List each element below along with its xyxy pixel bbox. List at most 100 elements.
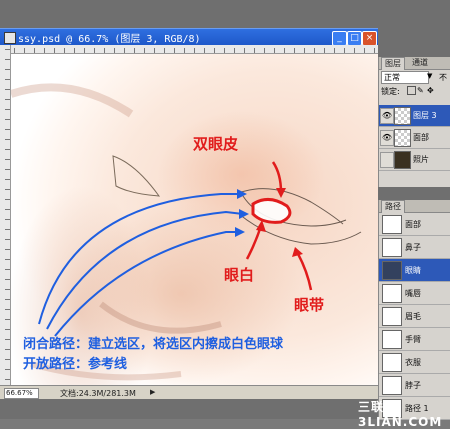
path-item[interactable]: 鼻子 [379, 236, 450, 259]
eye-icon[interactable]: 👁 [380, 130, 394, 146]
eye-bag-arrowhead [292, 247, 303, 257]
label-open-path: 开放路径：参考线 [23, 356, 127, 372]
document-icon [4, 32, 16, 44]
path-thumbnail [382, 284, 402, 303]
path-item[interactable]: 眉毛 [379, 305, 450, 328]
label-eye-bag: 眼带 [294, 296, 324, 314]
ruler-tick [264, 48, 265, 53]
ruler-tick [224, 48, 225, 53]
ruler-tick [34, 48, 35, 53]
label-double-eyelid: 双眼皮 [193, 135, 238, 153]
path-thumbnail [382, 307, 402, 326]
ruler-tick [344, 48, 345, 53]
double-eyelid-arrowhead [276, 188, 286, 198]
label-closed-path: 闭合路径：建立选区，将选区内擦成白色眼球 [23, 336, 284, 352]
status-bar: 66.67% 文档:24.3M/281.3M ▶ [0, 385, 378, 400]
close-button[interactable]: × [362, 31, 377, 46]
ruler-tick [5, 319, 10, 320]
ruler-tick [5, 329, 10, 330]
blend-mode-select[interactable]: 正常 [381, 71, 429, 84]
path-name: 眼睛 [405, 266, 421, 275]
ruler-tick [154, 48, 155, 53]
lock-transparent-icon[interactable] [407, 86, 416, 95]
canvas-drawing: 双眼皮 眼白 眼带 闭合路径：建立选区，将选区内擦成白色眼球 开放路径：参考线 [11, 83, 362, 381]
ruler-tick [214, 48, 215, 53]
ruler-tick [174, 48, 175, 53]
layer-row[interactable]: 👁 图层 3 [379, 105, 450, 127]
ruler-tick [5, 59, 10, 60]
ruler-tick [194, 48, 195, 53]
layer-row[interactable]: 👁 面部 [379, 127, 450, 149]
path-name: 面部 [405, 220, 421, 229]
eye-icon[interactable]: 👁 [380, 108, 394, 124]
ruler-tick [354, 48, 355, 53]
layer-row[interactable]: 照片 [379, 149, 450, 171]
document-size: 文档:24.3M/281.3M [60, 389, 136, 398]
layers-panel-tabs: 图层 通道 [379, 57, 450, 70]
path-name: 眉毛 [405, 312, 421, 321]
path-item[interactable]: 嘴唇 [379, 282, 450, 305]
layer-name: 面部 [413, 133, 429, 142]
ruler-tick [74, 48, 75, 53]
horizontal-ruler[interactable] [10, 45, 378, 54]
path-item[interactable]: 手臂 [379, 328, 450, 351]
blend-mode-chevron-icon[interactable]: ▼ [427, 72, 432, 80]
ruler-tick [5, 229, 10, 230]
ruler-tick [254, 48, 255, 53]
tab-paths[interactable]: 路径 [381, 200, 405, 213]
path-item[interactable]: 眼睛 [379, 259, 450, 282]
path-name: 衣服 [405, 358, 421, 367]
tab-layers[interactable]: 图层 [381, 57, 405, 70]
open-path-arrowhead [235, 227, 245, 237]
lock-brush-icon[interactable]: ✎ [417, 86, 424, 95]
ruler-tick [5, 369, 10, 370]
layers-panel: 图层 通道 正常 ▼ 不 锁定: ✎ ✥ 👁 图层 3 👁 面部 照片 [378, 57, 450, 187]
ruler-tick [5, 79, 10, 80]
ruler-tick [294, 48, 295, 53]
ruler-tick [5, 239, 10, 240]
zoom-field[interactable]: 66.67% [4, 388, 39, 399]
path-thumbnail [382, 238, 402, 257]
ruler-tick [5, 259, 10, 260]
lock-move-icon[interactable]: ✥ [427, 86, 434, 95]
ruler-tick [5, 109, 10, 110]
ruler-tick [5, 219, 10, 220]
eye-bag-arrow [295, 251, 313, 291]
ruler-tick [5, 139, 10, 140]
ruler-tick [374, 48, 375, 53]
ruler-tick [284, 48, 285, 53]
ruler-tick [5, 289, 10, 290]
eye-icon-hidden[interactable] [380, 152, 394, 168]
layer-thumbnail [394, 151, 411, 169]
minimize-button[interactable]: _ [332, 31, 347, 46]
ruler-tick [304, 48, 305, 53]
status-menu-arrow[interactable]: ▶ [150, 388, 155, 396]
path-item[interactable]: 衣服 [379, 351, 450, 374]
path-name: 鼻子 [405, 243, 421, 252]
image-canvas[interactable]: 双眼皮 眼白 眼带 闭合路径：建立选区，将选区内擦成白色眼球 开放路径：参考线 [11, 54, 378, 385]
ruler-tick [5, 69, 10, 70]
double-eyelid-arrow [271, 161, 283, 193]
maximize-button[interactable]: □ [347, 31, 362, 46]
ruler-tick [5, 89, 10, 90]
vertical-ruler[interactable] [0, 45, 11, 385]
ruler-tick [244, 48, 245, 53]
path-item[interactable]: 脖子 [379, 374, 450, 397]
path-name: 嘴唇 [405, 289, 421, 298]
ruler-tick [5, 309, 10, 310]
path-item[interactable]: 面部 [379, 213, 450, 236]
ruler-tick [5, 339, 10, 340]
ruler-tick [5, 209, 10, 210]
ruler-tick [5, 359, 10, 360]
path-name: 手臂 [405, 335, 421, 344]
ruler-tick [5, 49, 10, 50]
ruler-tick [5, 299, 10, 300]
path-name: 脖子 [405, 381, 421, 390]
nostril-shading [99, 301, 222, 334]
eye-white-arrow [245, 225, 263, 260]
path-thumbnail [382, 330, 402, 349]
tab-channels[interactable]: 通道 [409, 57, 431, 69]
eye-white-selection [251, 198, 292, 224]
document-titlebar[interactable]: ssy.psd @ 66.7% (图层 3, RGB/8) _ □ × [0, 28, 378, 46]
ruler-tick [134, 48, 135, 53]
